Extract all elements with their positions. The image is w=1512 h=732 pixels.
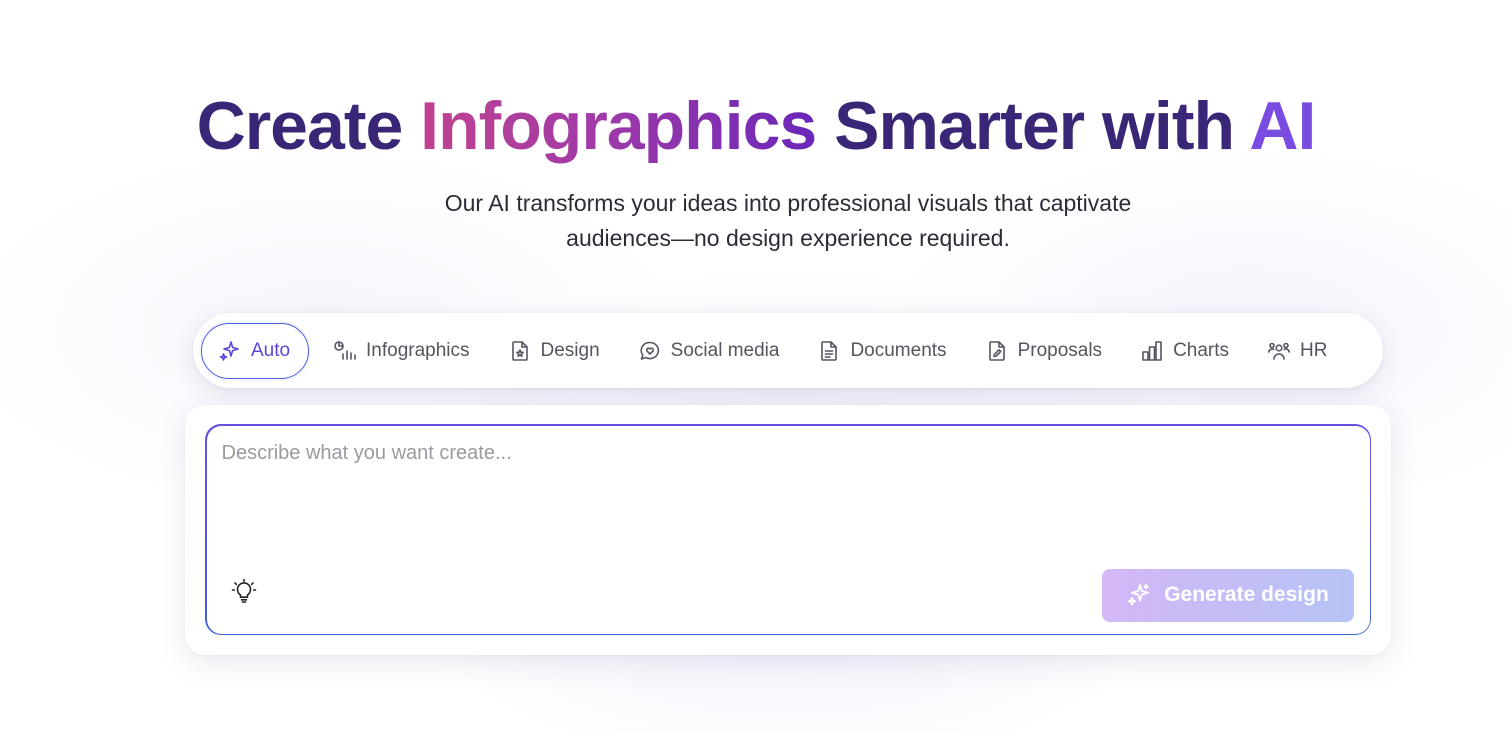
prompt-input[interactable]	[221, 441, 1342, 562]
people-icon	[1268, 342, 1291, 360]
hero-title: Create Infographics Smarter with AI	[0, 86, 1512, 166]
tab-label: Infographics	[366, 339, 470, 361]
prompt-input-border: Generate design	[205, 424, 1371, 635]
design-file-icon	[511, 340, 528, 361]
tab-hr[interactable]: HR	[1267, 323, 1327, 379]
hero-subtitle-line2: audiences—no design experience required.	[566, 225, 1010, 251]
tab-documents[interactable]: Documents	[817, 323, 947, 379]
tab-label: Social media	[670, 339, 780, 361]
hero-title-highlight: Infographics	[420, 88, 817, 164]
sparkle-icon	[1128, 584, 1150, 606]
tab-infographics[interactable]: Infographics	[333, 323, 470, 379]
tab-label: Charts	[1173, 339, 1230, 361]
category-tabs: Auto Infographics Design Social media Do…	[193, 313, 1383, 388]
page: Create Infographics Smarter with AI Our …	[0, 0, 1512, 732]
tab-social-media[interactable]: Social media	[638, 323, 780, 379]
tab-charts[interactable]: Charts	[1140, 323, 1229, 379]
lightbulb-icon[interactable]	[230, 577, 258, 605]
hero-subtitle: Our AI transforms your ideas into profes…	[0, 186, 1512, 256]
document-icon	[821, 340, 838, 361]
tab-proposals[interactable]: Proposals	[985, 323, 1103, 379]
generate-button-label: Generate design	[1164, 583, 1329, 606]
tab-design[interactable]: Design	[508, 323, 600, 379]
generate-design-button[interactable]: Generate design	[1101, 568, 1354, 622]
hero-subtitle-line1: Our AI transforms your ideas into profes…	[444, 190, 1132, 216]
hero-title-part2: Smarter with	[816, 88, 1250, 164]
tab-label: HR	[1300, 339, 1328, 361]
prompt-card: Generate design	[185, 405, 1391, 655]
tab-label: Auto	[251, 339, 291, 361]
prompt-input-area: Generate design	[206, 425, 1370, 634]
tab-label: Proposals	[1017, 339, 1103, 361]
tab-auto[interactable]: Auto	[201, 322, 309, 379]
chat-heart-icon	[640, 341, 659, 360]
tab-label: Design	[540, 339, 600, 361]
tab-label: Documents	[850, 339, 947, 361]
sparkle-icon	[219, 340, 239, 361]
proposal-edit-icon	[988, 340, 1005, 361]
hero-title-part1: Create	[196, 88, 421, 164]
bar-chart-icon	[1142, 340, 1162, 361]
hero-title-ai: AI	[1249, 88, 1316, 164]
infographic-icon	[334, 340, 356, 360]
